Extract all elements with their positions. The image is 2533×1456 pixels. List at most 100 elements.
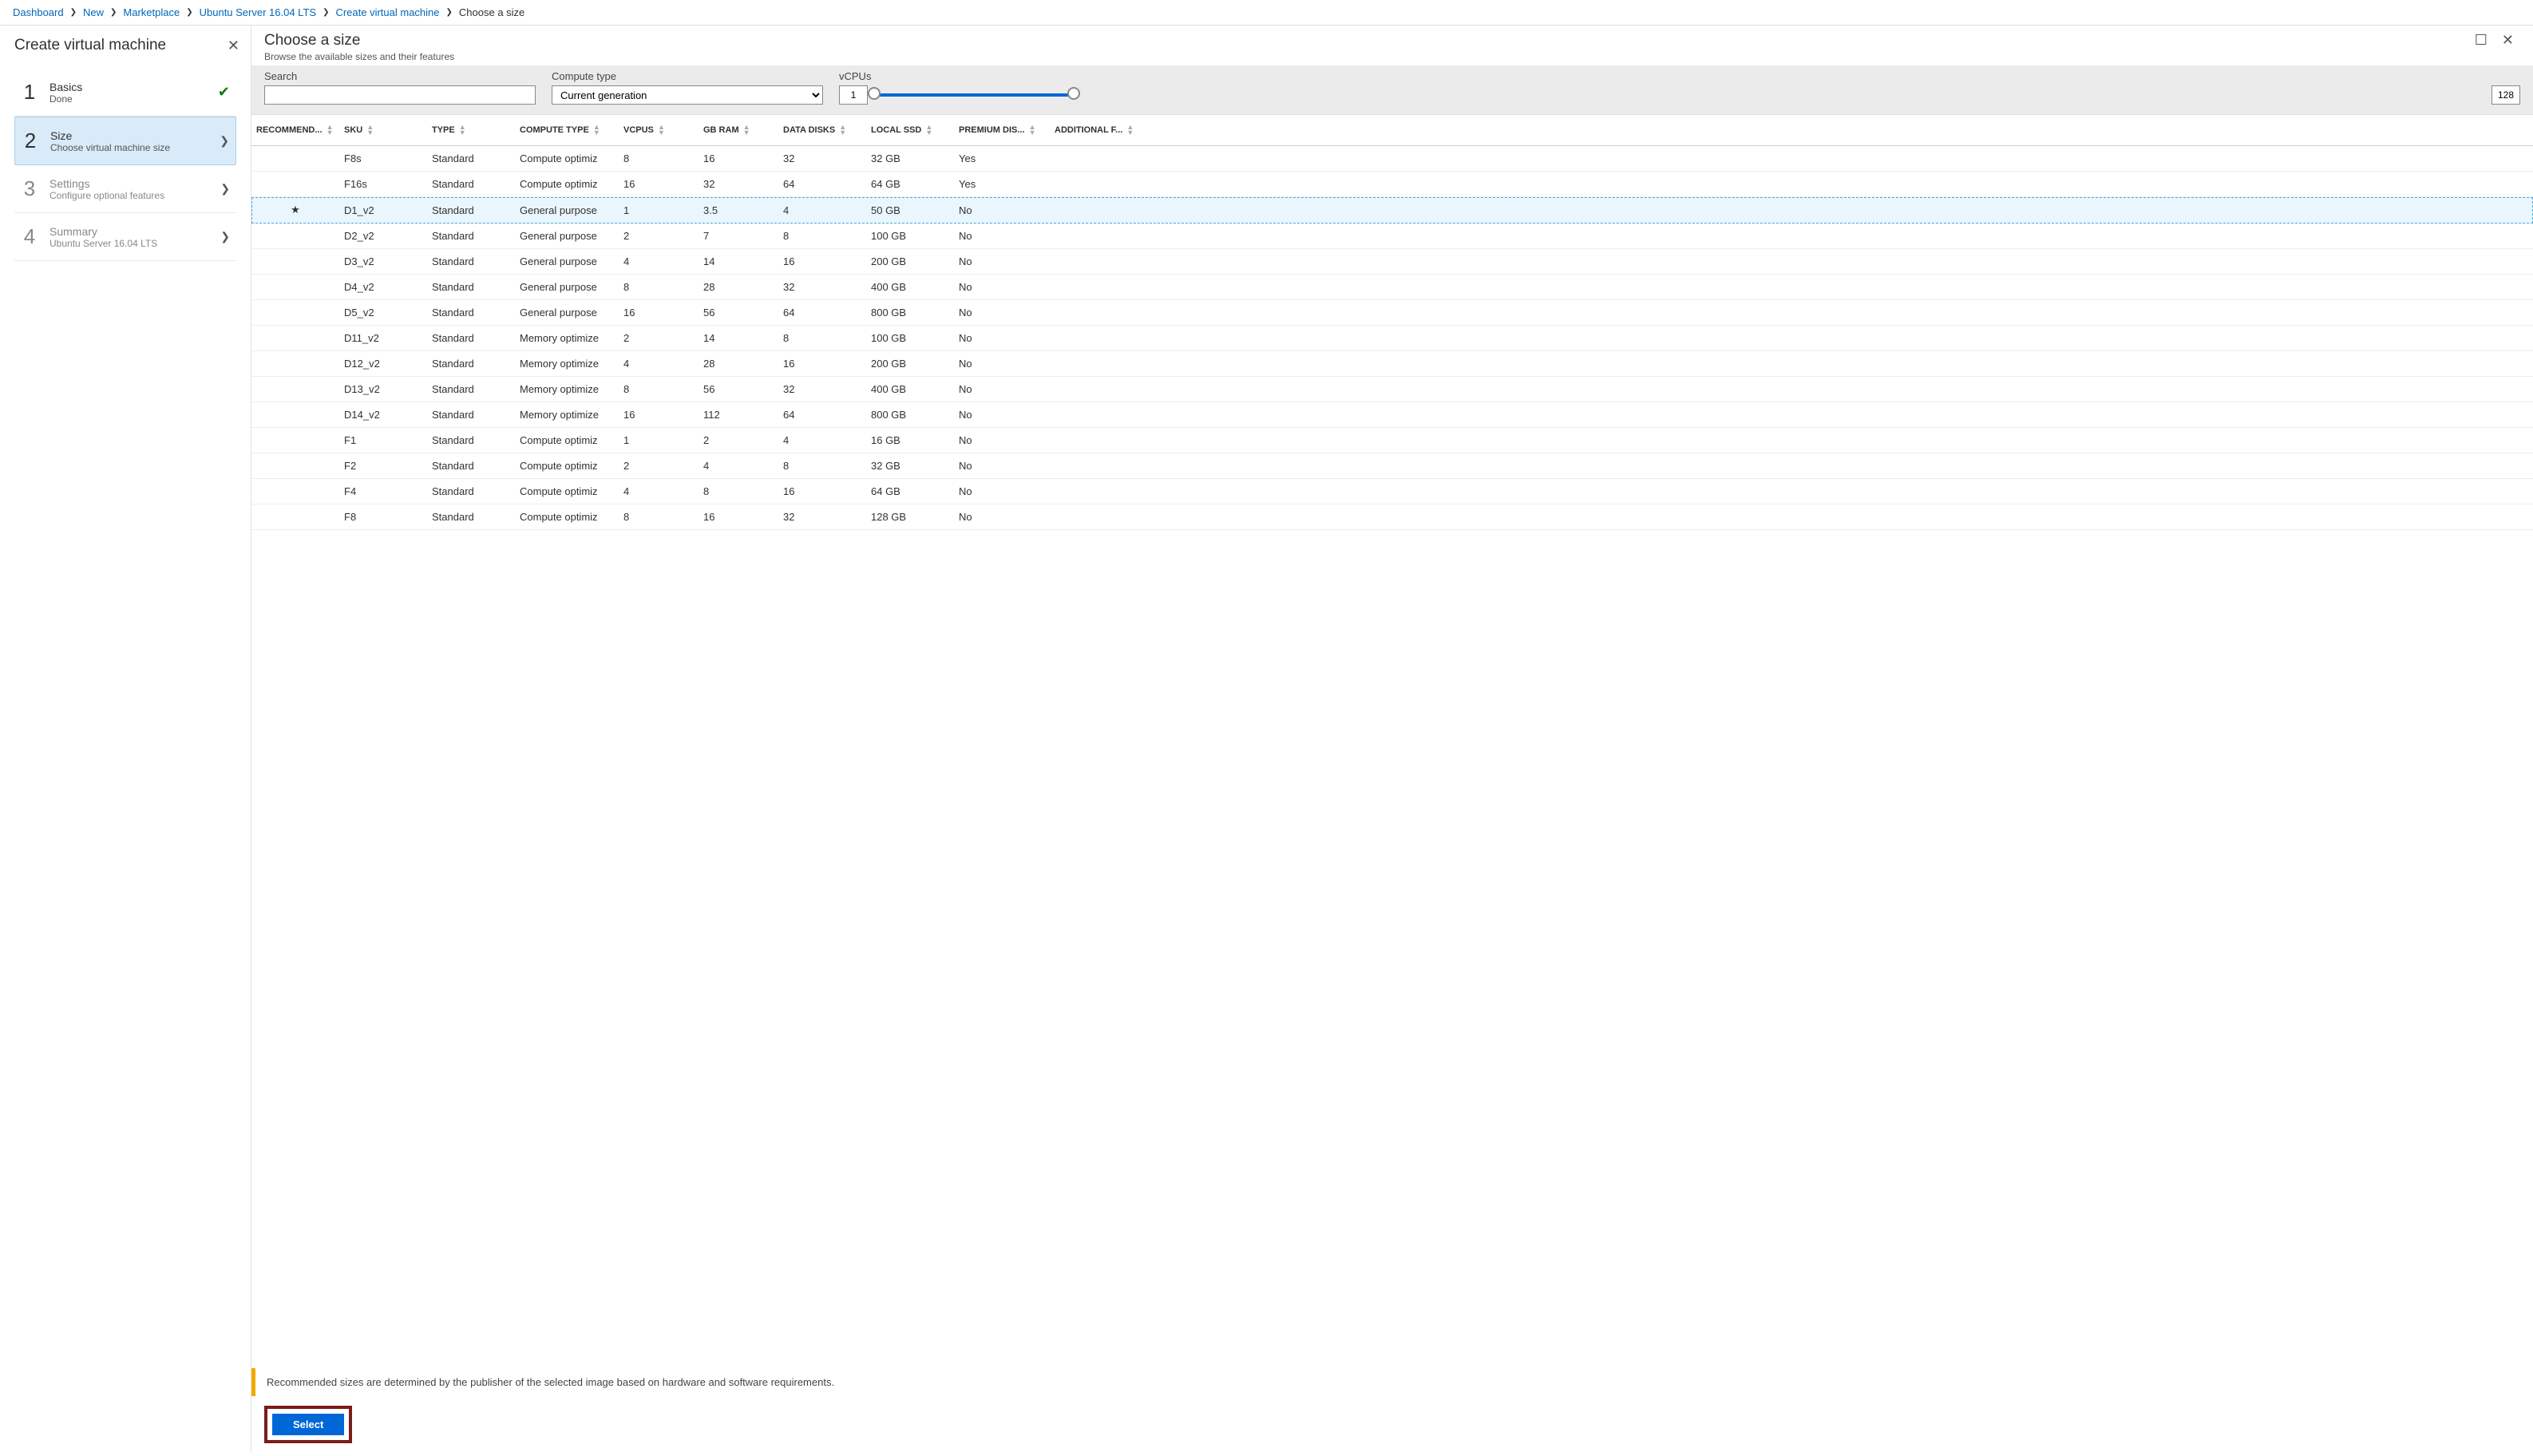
table-cell: Memory optimize [515, 326, 619, 351]
table-cell: F8 [339, 504, 427, 530]
chevron-right-icon: ❯ [70, 8, 77, 17]
table-cell: Standard [427, 224, 515, 249]
table-cell [251, 351, 339, 377]
table-cell: Memory optimize [515, 377, 619, 402]
table-cell: 32 [778, 377, 866, 402]
column-header[interactable]: DATA DISKS ▲▼ [778, 115, 866, 146]
close-icon[interactable]: ✕ [2502, 32, 2514, 49]
table-cell: 2 [699, 428, 778, 453]
table-cell [251, 146, 339, 172]
select-button-highlight: Select [264, 1406, 352, 1443]
table-cell [1050, 300, 2533, 326]
breadcrumb-link[interactable]: New [83, 6, 104, 18]
close-icon[interactable]: ✕ [228, 38, 239, 54]
compute-type-label: Compute type [552, 70, 823, 82]
table-cell [1050, 377, 2533, 402]
column-header[interactable]: ADDITIONAL F... ▲▼ [1050, 115, 2533, 146]
table-cell [1050, 326, 2533, 351]
table-cell: 64 GB [866, 479, 954, 504]
table-cell: Standard [427, 146, 515, 172]
table-cell: 64 [778, 172, 866, 197]
table-cell: No [954, 402, 1050, 428]
table-cell: No [954, 377, 1050, 402]
table-row[interactable]: F1StandardCompute optimiz12416 GBNo [251, 428, 2533, 453]
table-row[interactable]: F16sStandardCompute optimiz16326464 GBYe… [251, 172, 2533, 197]
slider-thumb-min[interactable] [868, 87, 881, 100]
chevron-right-icon: ❯ [110, 8, 117, 17]
table-row[interactable]: D5_v2StandardGeneral purpose165664800 GB… [251, 300, 2533, 326]
table-cell [1050, 402, 2533, 428]
table-row[interactable]: ★D1_v2StandardGeneral purpose13.5450 GBN… [251, 197, 2533, 224]
table-cell [1050, 479, 2533, 504]
table-cell: 16 [778, 249, 866, 275]
step-summary[interactable]: 4 Summary Ubuntu Server 16.04 LTS ❯ [14, 213, 236, 261]
table-cell: No [954, 300, 1050, 326]
table-cell: Compute optimiz [515, 453, 619, 479]
table-cell: 2 [619, 453, 699, 479]
table-cell: No [954, 224, 1050, 249]
table-cell [251, 172, 339, 197]
step-size[interactable]: 2 Size Choose virtual machine size ❯ [14, 117, 236, 165]
table-cell: Yes [954, 146, 1050, 172]
table-row[interactable]: D11_v2StandardMemory optimize2148100 GBN… [251, 326, 2533, 351]
select-button[interactable]: Select [272, 1414, 344, 1435]
table-cell: 8 [778, 453, 866, 479]
table-cell [251, 504, 339, 530]
step-label: Size [50, 129, 170, 142]
table-cell: 16 [778, 351, 866, 377]
table-cell: 2 [619, 326, 699, 351]
table-cell: No [954, 479, 1050, 504]
vcpu-slider[interactable] [874, 85, 2485, 105]
step-sub: Choose virtual machine size [50, 142, 170, 153]
column-header[interactable]: COMPUTE TYPE ▲▼ [515, 115, 619, 146]
table-cell: 4 [619, 249, 699, 275]
search-input[interactable] [264, 85, 536, 105]
table-cell: 400 GB [866, 275, 954, 300]
table-cell: 128 GB [866, 504, 954, 530]
column-header[interactable]: GB RAM ▲▼ [699, 115, 778, 146]
breadcrumb-link[interactable]: Create virtual machine [335, 6, 439, 18]
table-cell: Compute optimiz [515, 172, 619, 197]
table-cell: Standard [427, 275, 515, 300]
column-header[interactable]: PREMIUM DIS... ▲▼ [954, 115, 1050, 146]
maximize-icon[interactable]: ☐ [2475, 32, 2487, 49]
table-row[interactable]: D3_v2StandardGeneral purpose41416200 GBN… [251, 249, 2533, 275]
step-basics[interactable]: 1 Basics Done ✔ [14, 69, 236, 117]
breadcrumb-link[interactable]: Ubuntu Server 16.04 LTS [200, 6, 316, 18]
table-row[interactable]: D2_v2StandardGeneral purpose278100 GBNo [251, 224, 2533, 249]
table-cell: 8 [699, 479, 778, 504]
table-cell: Standard [427, 504, 515, 530]
table-cell: 16 [619, 402, 699, 428]
column-header[interactable]: TYPE ▲▼ [427, 115, 515, 146]
breadcrumb-link[interactable]: Dashboard [13, 6, 64, 18]
table-row[interactable]: D4_v2StandardGeneral purpose82832400 GBN… [251, 275, 2533, 300]
table-row[interactable]: D12_v2StandardMemory optimize42816200 GB… [251, 351, 2533, 377]
table-cell: Compute optimiz [515, 146, 619, 172]
table-row[interactable]: F4StandardCompute optimiz481664 GBNo [251, 479, 2533, 504]
table-cell: D4_v2 [339, 275, 427, 300]
table-cell: 4 [778, 197, 866, 224]
table-row[interactable]: D14_v2StandardMemory optimize1611264800 … [251, 402, 2533, 428]
table-cell [251, 224, 339, 249]
column-header[interactable]: RECOMMEND... ▲▼ [251, 115, 339, 146]
compute-type-select[interactable]: Current generation [552, 85, 823, 105]
table-cell [1050, 351, 2533, 377]
table-cell: Standard [427, 428, 515, 453]
table-row[interactable]: D13_v2StandardMemory optimize85632400 GB… [251, 377, 2533, 402]
table-cell: 4 [778, 428, 866, 453]
column-header[interactable]: SKU ▲▼ [339, 115, 427, 146]
column-header[interactable]: LOCAL SSD ▲▼ [866, 115, 954, 146]
column-header[interactable]: VCPUS ▲▼ [619, 115, 699, 146]
step-settings[interactable]: 3 Settings Configure optional features ❯ [14, 165, 236, 213]
vcpu-min-input[interactable] [839, 85, 868, 105]
table-cell: 112 [699, 402, 778, 428]
table-cell: 56 [699, 377, 778, 402]
table-cell: Standard [427, 453, 515, 479]
table-row[interactable]: F8sStandardCompute optimiz8163232 GBYes [251, 146, 2533, 172]
table-row[interactable]: F8StandardCompute optimiz81632128 GBNo [251, 504, 2533, 530]
table-cell: 32 [699, 172, 778, 197]
slider-thumb-max[interactable] [1067, 87, 1080, 100]
breadcrumb-link[interactable]: Marketplace [123, 6, 180, 18]
vcpu-max-input[interactable] [2491, 85, 2520, 105]
table-row[interactable]: F2StandardCompute optimiz24832 GBNo [251, 453, 2533, 479]
